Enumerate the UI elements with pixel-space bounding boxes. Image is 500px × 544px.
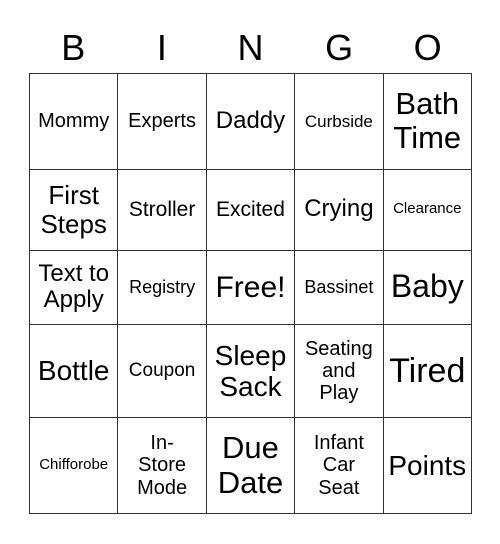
- header-letter-n: N: [237, 27, 264, 68]
- bingo-cell-free[interactable]: Free!: [205, 249, 296, 326]
- bingo-cell[interactable]: Experts: [117, 73, 207, 170]
- bingo-cell[interactable]: Excited: [205, 168, 296, 251]
- bingo-cell[interactable]: Bottle: [28, 324, 119, 419]
- bingo-cell[interactable]: Crying: [294, 168, 384, 251]
- bingo-cell[interactable]: Tired: [382, 324, 473, 419]
- bingo-cell[interactable]: Points: [382, 417, 473, 514]
- bingo-cell[interactable]: In- Store Mode: [117, 417, 207, 514]
- header-letter-o: O: [413, 27, 442, 68]
- bingo-cell[interactable]: Daddy: [205, 73, 296, 170]
- bingo-cell[interactable]: Infant Car Seat: [294, 417, 384, 514]
- bingo-cell[interactable]: Clearance: [382, 168, 473, 251]
- bingo-cell[interactable]: Curbside: [294, 73, 384, 170]
- header-letter-b: B: [61, 27, 86, 68]
- bingo-cell[interactable]: Coupon: [117, 324, 207, 419]
- bingo-cell[interactable]: Mommy: [28, 73, 119, 170]
- bingo-cell[interactable]: Stroller: [117, 168, 207, 251]
- header-letter-i: I: [156, 27, 167, 68]
- header-letter-g: G: [325, 27, 354, 68]
- bingo-cell[interactable]: Seating and Play: [294, 324, 384, 419]
- bingo-cell[interactable]: Sleep Sack: [205, 324, 296, 419]
- bingo-header: B I N G O: [29, 26, 472, 70]
- bingo-cell[interactable]: Due Date: [205, 417, 296, 514]
- bingo-cell[interactable]: Text to Apply: [28, 249, 119, 326]
- bingo-cell[interactable]: Registry: [117, 249, 207, 326]
- bingo-cell[interactable]: Bath Time: [382, 73, 473, 170]
- bingo-cell[interactable]: Bassinet: [294, 249, 384, 326]
- bingo-cell[interactable]: First Steps: [28, 168, 119, 251]
- bingo-cell[interactable]: Baby: [382, 249, 473, 326]
- bingo-grid: Mommy Experts Daddy Curbside Bath Time F…: [28, 73, 473, 514]
- bingo-cell[interactable]: Chifforobe: [28, 417, 119, 514]
